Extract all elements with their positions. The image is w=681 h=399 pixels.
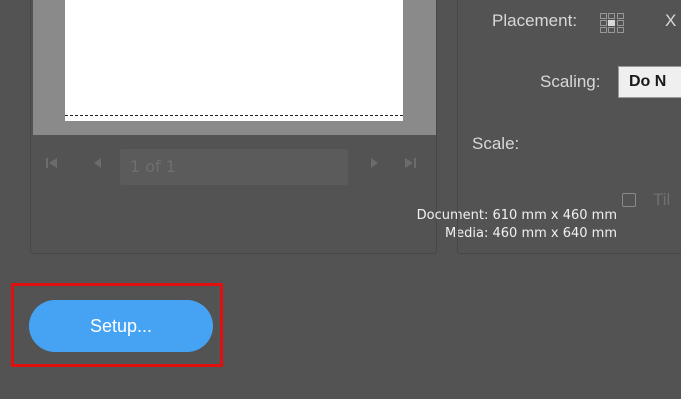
placement-label: Placement: bbox=[492, 11, 578, 30]
next-icon[interactable] bbox=[369, 157, 379, 173]
placement-grid-icon[interactable] bbox=[600, 13, 624, 33]
page-number-field[interactable]: 1 of 1 bbox=[120, 149, 348, 185]
x-offset-label: X bbox=[665, 11, 677, 30]
preview-frame bbox=[33, 0, 436, 135]
placement-options-panel bbox=[457, 0, 681, 254]
tile-label: Til bbox=[653, 190, 671, 209]
tile-checkbox[interactable] bbox=[622, 193, 636, 207]
prev-icon[interactable] bbox=[93, 157, 103, 173]
preview-page bbox=[65, 0, 403, 121]
setup-button[interactable]: Setup... bbox=[29, 300, 213, 352]
scale-label: Scale: bbox=[472, 134, 520, 153]
scaling-select[interactable]: Do N bbox=[618, 66, 681, 98]
scaling-label: Scaling: bbox=[540, 72, 601, 91]
print-dialog: 1 of 1 Document: 610 mm x 460 mm Media: … bbox=[0, 0, 681, 399]
page-navigator: 1 of 1 bbox=[33, 149, 433, 185]
skip-last-icon[interactable] bbox=[403, 157, 417, 173]
print-preview-panel: 1 of 1 bbox=[30, 0, 437, 254]
skip-first-icon[interactable] bbox=[45, 157, 59, 173]
page-boundary-line bbox=[65, 115, 403, 116]
